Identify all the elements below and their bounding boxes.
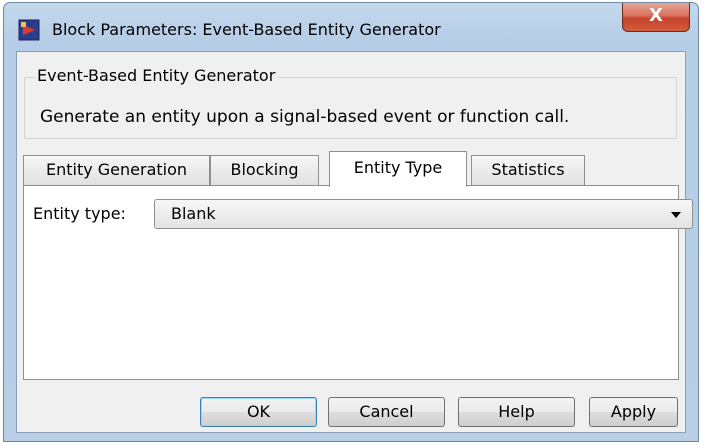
tab-blocking[interactable]: Blocking — [210, 155, 319, 185]
help-button[interactable]: Help — [458, 397, 575, 427]
window-title: Block Parameters: Event-Based Entity Gen… — [52, 20, 441, 39]
entity-type-label: Entity type: — [33, 204, 126, 223]
close-icon: X — [649, 5, 663, 26]
help-button-label: Help — [498, 402, 535, 421]
tab-label: Entity Type — [353, 158, 443, 177]
tab-label: Statistics — [491, 160, 565, 179]
tab-label: Entity Generation — [45, 160, 188, 179]
description-group-title: Event-Based Entity Generator — [34, 66, 279, 85]
title-bar[interactable]: Block Parameters: Event-Based Entity Gen… — [4, 3, 698, 51]
simulink-block-icon — [18, 19, 40, 41]
entity-type-dropdown[interactable]: Blank — [154, 199, 693, 229]
cancel-button-label: Cancel — [359, 402, 414, 421]
cancel-button[interactable]: Cancel — [328, 397, 445, 427]
tab-entity-type[interactable]: Entity Type — [329, 151, 467, 187]
dropdown-arrow-icon — [671, 212, 681, 218]
tab-entity-generation[interactable]: Entity Generation — [23, 155, 210, 185]
dialog-content: Event-Based Entity Generator Generate an… — [16, 51, 693, 433]
ok-button[interactable]: OK — [200, 397, 317, 427]
description-text: Generate an entity upon a signal-based e… — [40, 107, 570, 127]
apply-button-label: Apply — [610, 402, 657, 421]
apply-button[interactable]: Apply — [589, 397, 678, 427]
ok-button-label: OK — [246, 402, 271, 421]
tab-label: Blocking — [230, 160, 299, 179]
entity-type-value: Blank — [171, 204, 216, 223]
dialog-window: Block Parameters: Event-Based Entity Gen… — [3, 2, 699, 442]
tab-statistics[interactable]: Statistics — [471, 155, 585, 185]
close-button[interactable]: X — [622, 3, 690, 32]
